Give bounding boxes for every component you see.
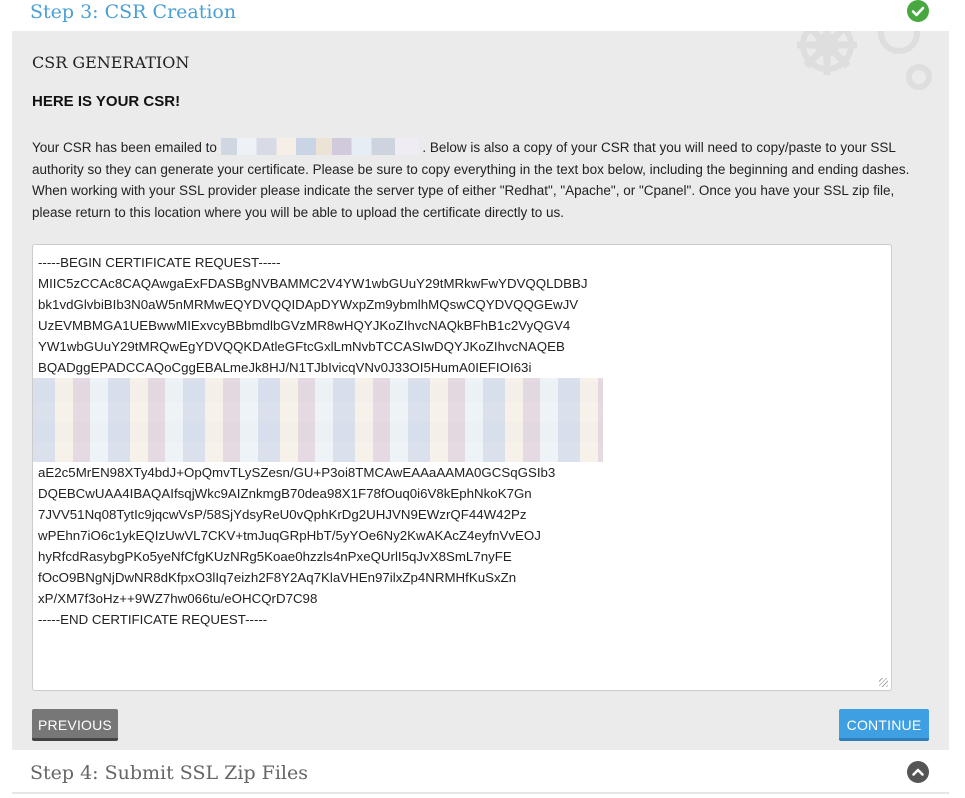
csr-textarea[interactable]: -----BEGIN CERTIFICATE REQUEST----- MIIC… [32,244,892,691]
csr-subheading: HERE IS YOUR CSR! [32,93,181,110]
csr-line: fOcO9BNgNjDwNR8dKfpxO3lIq7eizh2F8Y2Aq7Kl… [38,570,517,585]
gears-decoration-icon [797,31,932,90]
step4-header[interactable]: Step 4: Submit SSL Zip Files [12,756,949,794]
csr-line: BQADggEPADCCAQoCggEBALmeJk8HJ/N1TJbIvicq… [38,360,532,375]
csr-panel: CSR GENERATION HERE IS YOUR CSR! Your CS… [12,31,949,750]
csr-line: DQEBCwUAA4IBAQAIfsqjWkc9AIZnkmgB70dea98X… [38,486,532,501]
description-prefix: Your CSR has been emailed to [32,140,217,155]
csr-line: wPEhn7iO6c1ykEQIzUwVL7CKV+tmJuqGRpHbT/5y… [38,528,541,543]
csr-line: -----BEGIN CERTIFICATE REQUEST----- [38,255,281,270]
csr-line: xP/XM7f3oHz++9WZ7hw066tu/eOHCQrD7C98 [38,591,318,606]
previous-button[interactable]: PREVIOUS [32,709,118,741]
csr-line: UzEVMBMGA1UEBwwMIExvcyBBbmdlbGVzMR8wHQYJ… [38,318,571,333]
step3-title: Step 3: CSR Creation [30,1,237,23]
csr-line: 7JVV51Nq08TytIc9jqcwVsP/58SjYdsyReU0vQph… [38,507,527,522]
step3-header[interactable]: Step 3: CSR Creation [12,0,949,30]
csr-line: MIIC5zCCAc8CAQAwgaExFDASBgNVBAMMC2V4YW1w… [38,276,588,291]
step4-title: Step 4: Submit SSL Zip Files [30,762,308,784]
redacted-email [220,138,419,155]
csr-line: -----END CERTIFICATE REQUEST----- [38,612,268,627]
check-circle-icon [907,0,929,22]
csr-line: aE2c5MrEN98XTy4bdJ+OpQmvTLySZesn/GU+P3oi… [38,465,556,480]
csr-line: bk1vdGlvbiBIb3N0aW5nMRMwEQYDVQQIDApDYWxp… [38,297,579,312]
csr-line: hyRfcdRasybgPKo5yeNfCfgKUzNRg5Koae0hzzls… [38,549,512,564]
resize-grip-icon[interactable] [879,678,888,687]
csr-line: YW1wbGUuY29tMRQwEgYDVQQKDAtleGFtcGxlLmNv… [38,339,565,354]
continue-button[interactable]: CONTINUE [839,709,929,741]
section-title: CSR GENERATION [32,53,190,72]
redacted-csr-block [33,378,603,462]
chevron-up-circle-icon[interactable] [907,761,929,783]
csr-description: Your CSR has been emailed to . Below is … [32,137,932,223]
